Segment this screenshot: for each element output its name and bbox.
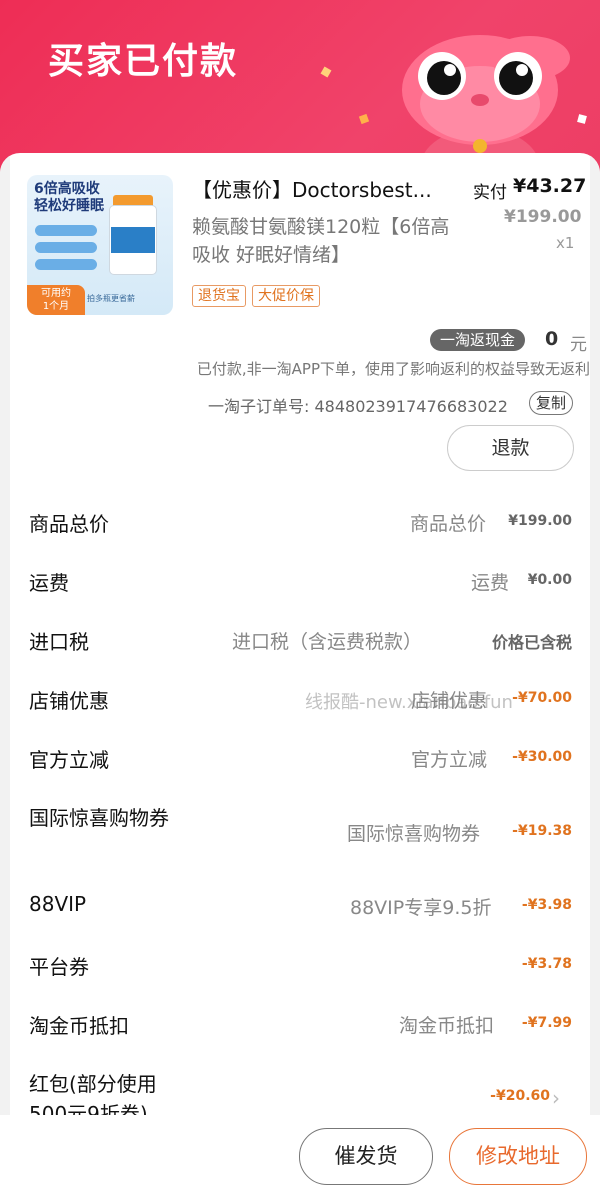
mascot-icon [402,35,570,168]
price-row-label: 红包(部分使用500元9折券) [29,1072,157,1115]
price-row-desc: 国际惊喜购物券 [347,823,481,845]
price-row-desc: 进口税（含运费税款） [232,631,423,653]
product-image[interactable]: 6倍高吸收 轻松好睡眠 可用约 1个月 拍多瓶更省薪 [27,175,173,315]
price-row-label: 运费 [29,571,69,595]
price-row-amount[interactable]: -¥20.60 [490,1088,550,1104]
quantity: x1 [556,234,575,252]
price-row-desc: 淘金币抵扣 [399,1015,495,1037]
cashback-note: 已付款,非一淘APP下单，使用了影响返利的权益导致无返利 [196,360,590,378]
price-row-amount: -¥19.38 [512,823,572,839]
product-subtitle[interactable]: 赖氨酸甘氨酸镁120粒【6倍高吸收 好眠好情绪】 [192,213,457,269]
cashback-badge: 一淘返现金 [430,329,526,351]
price-row-desc: 运费 [471,572,510,594]
price-row-label: 店铺优惠 [29,689,109,713]
price-row-label: 国际惊喜购物券 [29,806,169,830]
price-row-amount: -¥30.00 [512,749,572,765]
price-row-label: 88VIP [29,892,87,916]
product-title[interactable]: 【优惠价】Doctorsbest... [192,174,457,203]
suborder-number: 一淘子订单号: 4848023917476683022 [208,397,508,416]
price-row-label: 官方立减 [29,748,109,772]
change-address-button[interactable]: 修改地址 [449,1128,587,1185]
chevron-right-icon[interactable]: › [552,1086,560,1110]
price-row-desc: 商品总价 [410,513,487,535]
copy-button[interactable]: 复制 [529,391,574,415]
cashback-unit: 元 [570,335,587,355]
price-row-label: 淘金币抵扣 [29,1014,129,1038]
watermark: 线报酷-new.xianbao.fun [305,692,513,713]
card-edge-left [0,153,10,1115]
price-row-amount: ¥199.00 [508,513,572,529]
feature-pill [35,225,97,236]
price-row-desc: 88VIP专享9.5折 [350,897,492,919]
price-row-desc: 官方立减 [411,749,488,771]
price-row-label: 平台券 [29,955,89,979]
tag-return-insurance: 退货宝 [192,285,246,307]
price-row-amount: 价格已含税 [491,633,572,652]
paid-price: ¥43.27 [513,175,587,197]
price-row-label: 进口税 [29,630,89,654]
bottom-action-bar: 催发货 修改地址 [0,1115,600,1202]
tag-price-protect: 大促价保 [252,285,320,307]
price-row-amount: -¥3.98 [521,897,572,913]
price-row-label: 商品总价 [29,512,109,536]
paid-label: 实付 [473,183,507,203]
urge-shipping-button[interactable]: 催发货 [299,1128,433,1185]
order-status-title: 买家已付款 [48,41,239,82]
price-row-amount: -¥70.00 [512,690,572,706]
usage-badge: 可用约 1个月 [27,285,85,315]
product-image-headline: 6倍高吸收 轻松好睡眠 [34,181,104,214]
price-row-amount: -¥7.99 [521,1015,572,1031]
feature-pill [35,242,97,253]
bottle-label [111,227,155,253]
image-footer-text: 拍多瓶更省薪 [87,294,135,303]
price-row-amount: ¥0.00 [527,572,572,588]
original-price: ¥199.00 [504,207,582,227]
refund-button[interactable]: 退款 [447,425,574,471]
card-edge-right [590,153,600,1115]
price-row-amount: -¥3.78 [521,956,572,972]
cashback-value: 0 [545,328,559,350]
feature-pill [35,259,97,270]
